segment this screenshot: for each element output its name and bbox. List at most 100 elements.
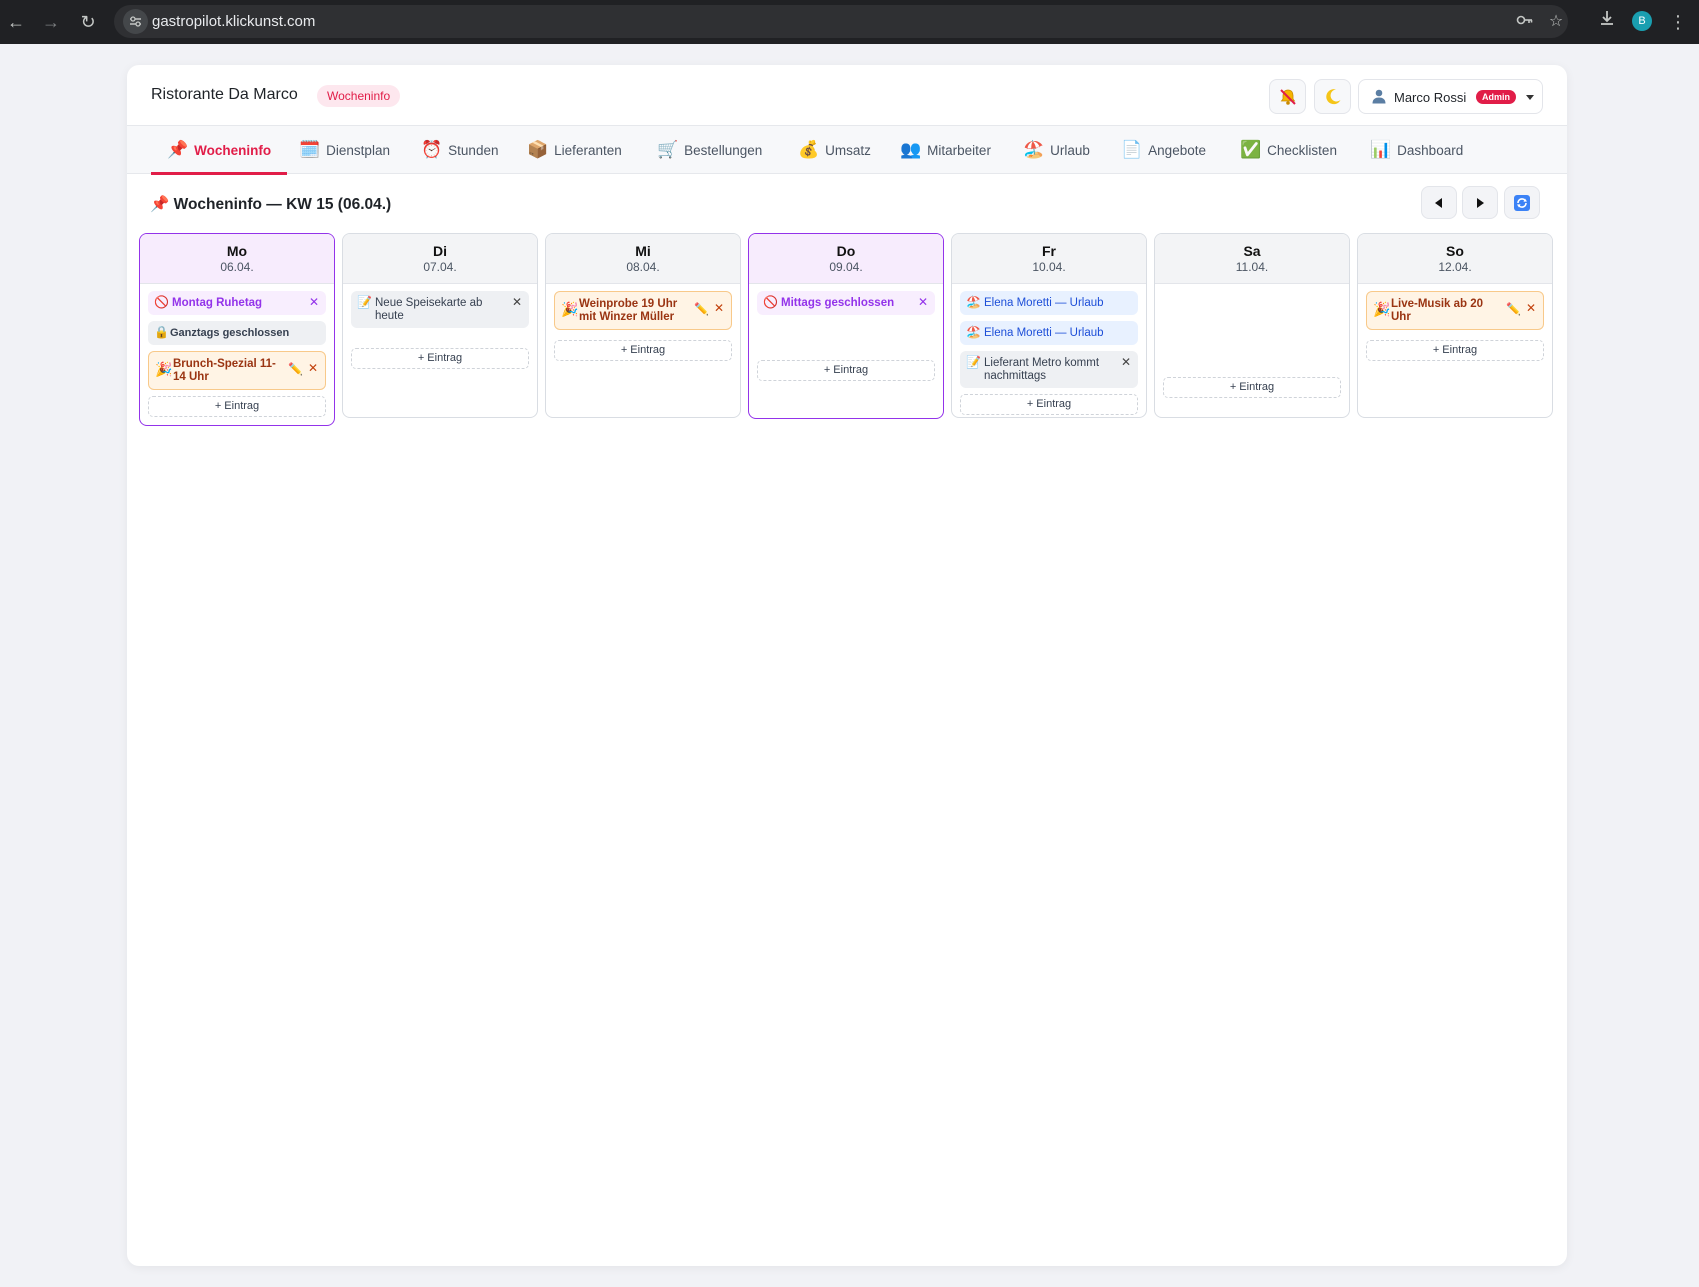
- entry-text: Live-Musik ab 20 Uhr: [1391, 298, 1484, 323]
- day-header: Sa 11.04.: [1155, 234, 1349, 284]
- alarm-clock-icon: ⏰: [421, 140, 443, 159]
- edit-pencil-icon[interactable]: ✏️: [288, 363, 303, 376]
- delete-icon[interactable]: ✕: [1121, 356, 1131, 369]
- day-name: So: [1446, 243, 1464, 259]
- delete-icon[interactable]: ✕: [308, 362, 318, 375]
- add-entry-button[interactable]: + Eintrag: [351, 348, 529, 369]
- next-week-button[interactable]: [1462, 186, 1498, 219]
- delete-icon[interactable]: ✕: [1526, 302, 1536, 315]
- tab-dienstplan[interactable]: 🗓️ Dienstplan: [283, 126, 406, 174]
- day-name: Di: [433, 243, 447, 259]
- day-header: Mi 08.04.: [546, 234, 740, 284]
- delete-icon[interactable]: ✕: [512, 296, 522, 309]
- moon-icon: [1325, 89, 1340, 105]
- day-date: 09.04.: [829, 260, 863, 274]
- entry-text: Brunch-Spezial 11-14 Uhr: [173, 358, 276, 383]
- day-column-fr: Fr 10.04. 🏖️ Elena Moretti — Urlaub 🏖️ E…: [951, 233, 1147, 418]
- tab-lieferanten[interactable]: 📦 Lieferanten: [511, 126, 638, 174]
- tab-bestellungen[interactable]: 🛒 Bestellungen: [641, 126, 778, 174]
- day-date: 06.04.: [220, 260, 254, 274]
- delete-icon[interactable]: ✕: [918, 296, 928, 309]
- entry-text: Elena Moretti — Urlaub: [984, 327, 1104, 339]
- event-entry[interactable]: 🎉 Live-Musik ab 20 Uhr ✏️ ✕: [1366, 291, 1544, 330]
- add-entry-button[interactable]: + Eintrag: [1366, 340, 1544, 361]
- app-header: Ristorante Da Marco Wocheninfo Marco Ros…: [127, 65, 1567, 126]
- bookmark-star-icon[interactable]: ☆: [1545, 11, 1567, 33]
- notifications-muted-button[interactable]: [1269, 79, 1306, 114]
- day-date: 07.04.: [423, 260, 457, 274]
- browser-menu-icon[interactable]: ⋮: [1668, 8, 1688, 36]
- tab-dashboard[interactable]: 📊 Dashboard: [1354, 126, 1479, 174]
- check-mark-icon: ✅: [1240, 140, 1262, 159]
- user-menu-button[interactable]: Marco Rossi Admin: [1358, 79, 1543, 114]
- tab-umsatz[interactable]: 💰 Umsatz: [782, 126, 887, 174]
- restaurant-name: Ristorante Da Marco: [151, 86, 298, 103]
- entry-text: Montag Ruhetag: [172, 297, 263, 309]
- day-header: Di 07.04.: [343, 234, 537, 284]
- role-badge: Admin: [1476, 90, 1516, 104]
- delete-icon[interactable]: ✕: [309, 296, 319, 309]
- bar-chart-icon: 📊: [1370, 140, 1392, 159]
- entry-text: Neue Speisekarte ab heute: [375, 297, 483, 322]
- dark-mode-button[interactable]: [1314, 79, 1351, 114]
- vacation-entry[interactable]: 🏖️ Elena Moretti — Urlaub: [960, 321, 1138, 345]
- note-entry[interactable]: 📝 Neue Speisekarte ab heute ✕: [351, 291, 529, 328]
- password-key-icon[interactable]: [1514, 11, 1536, 33]
- prohibited-icon: 🚫: [763, 295, 778, 309]
- triangle-right-icon: [1477, 197, 1484, 208]
- add-entry-button[interactable]: + Eintrag: [960, 394, 1138, 415]
- previous-week-button[interactable]: [1421, 186, 1457, 219]
- document-icon: 📄: [1121, 140, 1143, 159]
- add-entry-button[interactable]: + Eintrag: [1163, 377, 1341, 398]
- day-name: Mo: [226, 243, 248, 259]
- tab-checklisten[interactable]: ✅ Checklisten: [1224, 126, 1353, 174]
- tab-label: Dashboard: [1397, 142, 1464, 158]
- tab-angebote[interactable]: 📄 Angebote: [1105, 126, 1222, 174]
- tab-stunden[interactable]: ⏰ Stunden: [405, 126, 514, 174]
- day-header: Do 09.04.: [749, 234, 943, 284]
- refresh-button[interactable]: [1504, 186, 1540, 219]
- download-icon[interactable]: [1594, 9, 1620, 35]
- tab-label: Checklisten: [1267, 142, 1337, 158]
- beach-icon: 🏖️: [966, 295, 981, 309]
- edit-pencil-icon[interactable]: ✏️: [694, 303, 709, 316]
- bell-muted-icon: [1279, 89, 1296, 105]
- memo-icon: 📝: [357, 295, 372, 309]
- day-date: 11.04.: [1235, 260, 1269, 274]
- tab-mitarbeiter[interactable]: 👥 Mitarbeiter: [884, 126, 1007, 174]
- profile-avatar[interactable]: B: [1632, 11, 1652, 31]
- add-entry-button[interactable]: + Eintrag: [148, 396, 326, 417]
- triangle-left-icon: [1435, 197, 1442, 208]
- section-title: 📌 Wocheninfo — KW 15 (06.04.): [150, 196, 392, 213]
- day-date: 12.04.: [1438, 260, 1472, 274]
- back-icon[interactable]: ←: [2, 8, 30, 36]
- tab-urlaub[interactable]: 🏖️ Urlaub: [1007, 126, 1106, 174]
- delete-icon[interactable]: ✕: [714, 302, 724, 315]
- add-entry-button[interactable]: + Eintrag: [757, 360, 935, 381]
- site-settings-icon[interactable]: [123, 9, 148, 34]
- closed-entry[interactable]: 🚫 Montag Ruhetag ✕: [148, 291, 326, 315]
- package-icon: 📦: [527, 140, 549, 159]
- chevron-down-icon: [1526, 95, 1534, 100]
- event-entry[interactable]: 🎉 Brunch-Spezial 11-14 Uhr ✏️ ✕: [148, 351, 326, 390]
- address-bar[interactable]: gastropilot.klickunst.com ☆: [114, 5, 1568, 38]
- edit-pencil-icon[interactable]: ✏️: [1506, 303, 1521, 316]
- app-card: Ristorante Da Marco Wocheninfo Marco Ros…: [127, 65, 1567, 1266]
- tab-label: Wocheninfo: [194, 142, 272, 158]
- tab-wocheninfo[interactable]: 📌 Wocheninfo: [151, 126, 288, 175]
- closed-entry[interactable]: 🚫 Mittags geschlossen ✕: [757, 291, 935, 315]
- add-entry-button[interactable]: + Eintrag: [554, 340, 732, 361]
- vacation-entry[interactable]: 🏖️ Elena Moretti — Urlaub: [960, 291, 1138, 315]
- reload-icon[interactable]: ↻: [74, 8, 102, 36]
- browser-toolbar: ← → ↻ gastropilot.klickunst.com ☆ B ⋮: [0, 0, 1699, 44]
- day-date: 10.04.: [1032, 260, 1066, 274]
- note-entry[interactable]: 📝 Lieferant Metro kommt nachmittags ✕: [960, 351, 1138, 388]
- tab-label: Stunden: [448, 142, 499, 158]
- forward-icon[interactable]: →: [37, 8, 65, 36]
- event-entry[interactable]: 🎉 Weinprobe 19 Uhr mit Winzer Müller ✏️ …: [554, 291, 732, 330]
- pin-icon: 📌: [167, 140, 189, 159]
- lock-icon: 🔒: [154, 325, 169, 339]
- page-badge: Wocheninfo: [317, 85, 401, 107]
- party-popper-icon: 🎉: [561, 301, 579, 317]
- user-name: Marco Rossi: [1394, 90, 1467, 105]
